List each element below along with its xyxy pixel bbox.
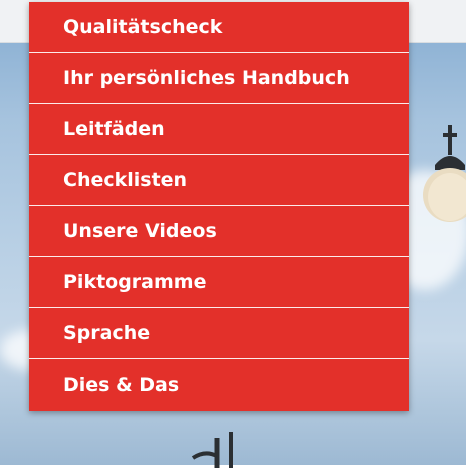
menu-item-handbuch[interactable]: Ihr persönliches Handbuch xyxy=(29,53,409,104)
menu-item-checklisten[interactable]: Checklisten xyxy=(29,155,409,206)
menu-item-sprache[interactable]: Sprache xyxy=(29,308,409,359)
menu-item-label: Leitfäden xyxy=(63,118,165,140)
menu-item-label: Sprache xyxy=(63,322,151,344)
street-lamp-icon xyxy=(191,432,233,468)
menu-item-dies-das[interactable]: Dies & Das xyxy=(29,359,409,411)
menu-item-label: Ihr persönliches Handbuch xyxy=(63,67,350,89)
menu-item-label: Unsere Videos xyxy=(63,220,217,242)
menu-item-piktogramme[interactable]: Piktogramme xyxy=(29,257,409,308)
menu-item-videos[interactable]: Unsere Videos xyxy=(29,206,409,257)
menu-item-qualitaetscheck[interactable]: Qualitätscheck xyxy=(29,2,409,53)
menu-item-leitfaeden[interactable]: Leitfäden xyxy=(29,104,409,155)
dropdown-menu: Qualitätscheck Ihr persönliches Handbuch… xyxy=(29,2,409,411)
menu-item-label: Checklisten xyxy=(63,169,188,191)
menu-item-label: Qualitätscheck xyxy=(63,16,223,38)
street-lamp-icon xyxy=(423,125,466,222)
menu-item-label: Piktogramme xyxy=(63,271,207,293)
menu-item-label: Dies & Das xyxy=(63,374,180,396)
